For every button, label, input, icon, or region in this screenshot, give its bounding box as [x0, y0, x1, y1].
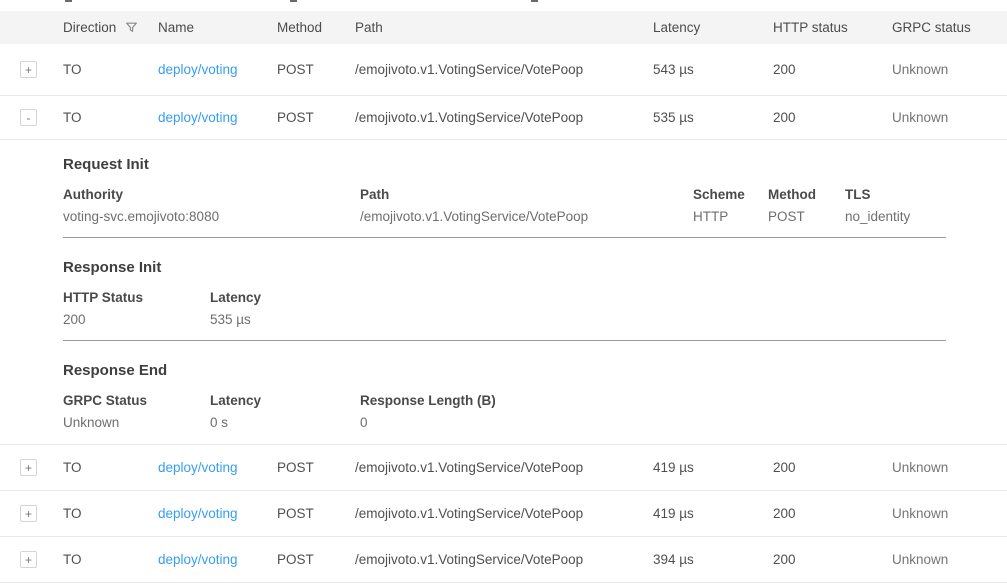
- cell-grpc-status: Unknown: [892, 62, 1007, 77]
- section-title-request-init: Request Init: [63, 156, 1007, 173]
- cell-grpc-status: Unknown: [892, 110, 1007, 125]
- section-divider: [63, 340, 946, 341]
- clipped-text-remnant: [65, 0, 72, 2]
- response-end-fields: GRPC Status Unknown Latency 0 s Response…: [63, 393, 1007, 430]
- cell-path: /emojivoto.v1.VotingService/VotePoop: [355, 110, 653, 125]
- field-scheme: Scheme HTTP: [693, 187, 768, 224]
- cell-direction: TO: [63, 62, 158, 77]
- column-header-path: Path: [355, 20, 653, 35]
- cell-direction: TO: [63, 552, 158, 567]
- cell-http-status: 200: [773, 110, 892, 125]
- field-path: Path /emojivoto.v1.VotingService/VotePoo…: [360, 187, 693, 224]
- column-header-grpc-status: GRPC status: [892, 20, 1007, 35]
- column-header-name: Name: [158, 20, 277, 35]
- cell-direction: TO: [63, 110, 158, 125]
- table-row-expanded: - TO deploy/voting POST /emojivoto.v1.Vo…: [0, 96, 1007, 140]
- cell-path: /emojivoto.v1.VotingService/VotePoop: [355, 62, 653, 77]
- table-row: + TO deploy/voting POST /emojivoto.v1.Vo…: [0, 445, 1007, 491]
- clipped-text-remnant: [531, 0, 538, 2]
- section-divider: [63, 237, 946, 238]
- cell-method: POST: [277, 62, 355, 77]
- cell-http-status: 200: [773, 460, 892, 475]
- field-grpc-status: GRPC Status Unknown: [63, 393, 210, 430]
- field-response-length: Response Length (B) 0: [360, 393, 496, 430]
- cell-grpc-status: Unknown: [892, 460, 1007, 475]
- expand-row-button[interactable]: +: [20, 551, 37, 568]
- response-init-fields: HTTP Status 200 Latency 535 µs: [63, 290, 1007, 327]
- field-method: Method POST: [768, 187, 845, 224]
- section-title-response-init: Response Init: [63, 259, 1007, 276]
- table-header-row: Direction Name Method Path Latency HTTP …: [0, 11, 1007, 44]
- table-row: + TO deploy/voting POST /emojivoto.v1.Vo…: [0, 537, 1007, 583]
- field-latency: Latency 535 µs: [210, 290, 261, 327]
- column-header-http-status: HTTP status: [773, 20, 892, 35]
- column-header-direction: Direction: [63, 20, 158, 35]
- cell-latency: 419 µs: [653, 460, 773, 475]
- cell-method: POST: [277, 110, 355, 125]
- field-http-status: HTTP Status 200: [63, 290, 210, 327]
- cell-direction: TO: [63, 460, 158, 475]
- cell-http-status: 200: [773, 506, 892, 521]
- deployment-link[interactable]: deploy/voting: [158, 460, 238, 475]
- cell-path: /emojivoto.v1.VotingService/VotePoop: [355, 552, 653, 567]
- table-row: + TO deploy/voting POST /emojivoto.v1.Vo…: [0, 491, 1007, 537]
- expand-row-button[interactable]: +: [20, 61, 37, 78]
- cell-path: /emojivoto.v1.VotingService/VotePoop: [355, 460, 653, 475]
- column-header-method: Method: [277, 20, 355, 35]
- cell-latency: 535 µs: [653, 110, 773, 125]
- column-header-direction-label: Direction: [63, 20, 116, 35]
- cell-method: POST: [277, 506, 355, 521]
- field-authority: Authority voting-svc.emojivoto:8080: [63, 187, 360, 224]
- deployment-link[interactable]: deploy/voting: [158, 552, 238, 567]
- request-init-fields: Authority voting-svc.emojivoto:8080 Path…: [63, 187, 1007, 224]
- expand-row-button[interactable]: +: [20, 459, 37, 476]
- column-header-latency: Latency: [653, 20, 773, 35]
- cell-direction: TO: [63, 506, 158, 521]
- deployment-link[interactable]: deploy/voting: [158, 62, 238, 77]
- clipped-text-remnant: [290, 0, 297, 2]
- cell-latency: 543 µs: [653, 62, 773, 77]
- cell-grpc-status: Unknown: [892, 552, 1007, 567]
- cell-method: POST: [277, 552, 355, 567]
- cell-grpc-status: Unknown: [892, 506, 1007, 521]
- cell-method: POST: [277, 460, 355, 475]
- filter-icon[interactable]: [125, 21, 138, 34]
- expand-row-button[interactable]: +: [20, 505, 37, 522]
- cell-http-status: 200: [773, 62, 892, 77]
- section-title-response-end: Response End: [63, 362, 1007, 379]
- deployment-link[interactable]: deploy/voting: [158, 506, 238, 521]
- cell-latency: 394 µs: [653, 552, 773, 567]
- field-latency: Latency 0 s: [210, 393, 360, 430]
- live-calls-table-view: Direction Name Method Path Latency HTTP …: [0, 0, 1007, 586]
- collapse-row-button[interactable]: -: [20, 109, 37, 126]
- cell-http-status: 200: [773, 552, 892, 567]
- deployment-link[interactable]: deploy/voting: [158, 110, 238, 125]
- field-tls: TLS no_identity: [845, 187, 910, 224]
- cell-path: /emojivoto.v1.VotingService/VotePoop: [355, 506, 653, 521]
- call-detail-panel: Request Init Authority voting-svc.emojiv…: [0, 140, 1007, 445]
- cell-latency: 419 µs: [653, 506, 773, 521]
- table-row: + TO deploy/voting POST /emojivoto.v1.Vo…: [0, 44, 1007, 96]
